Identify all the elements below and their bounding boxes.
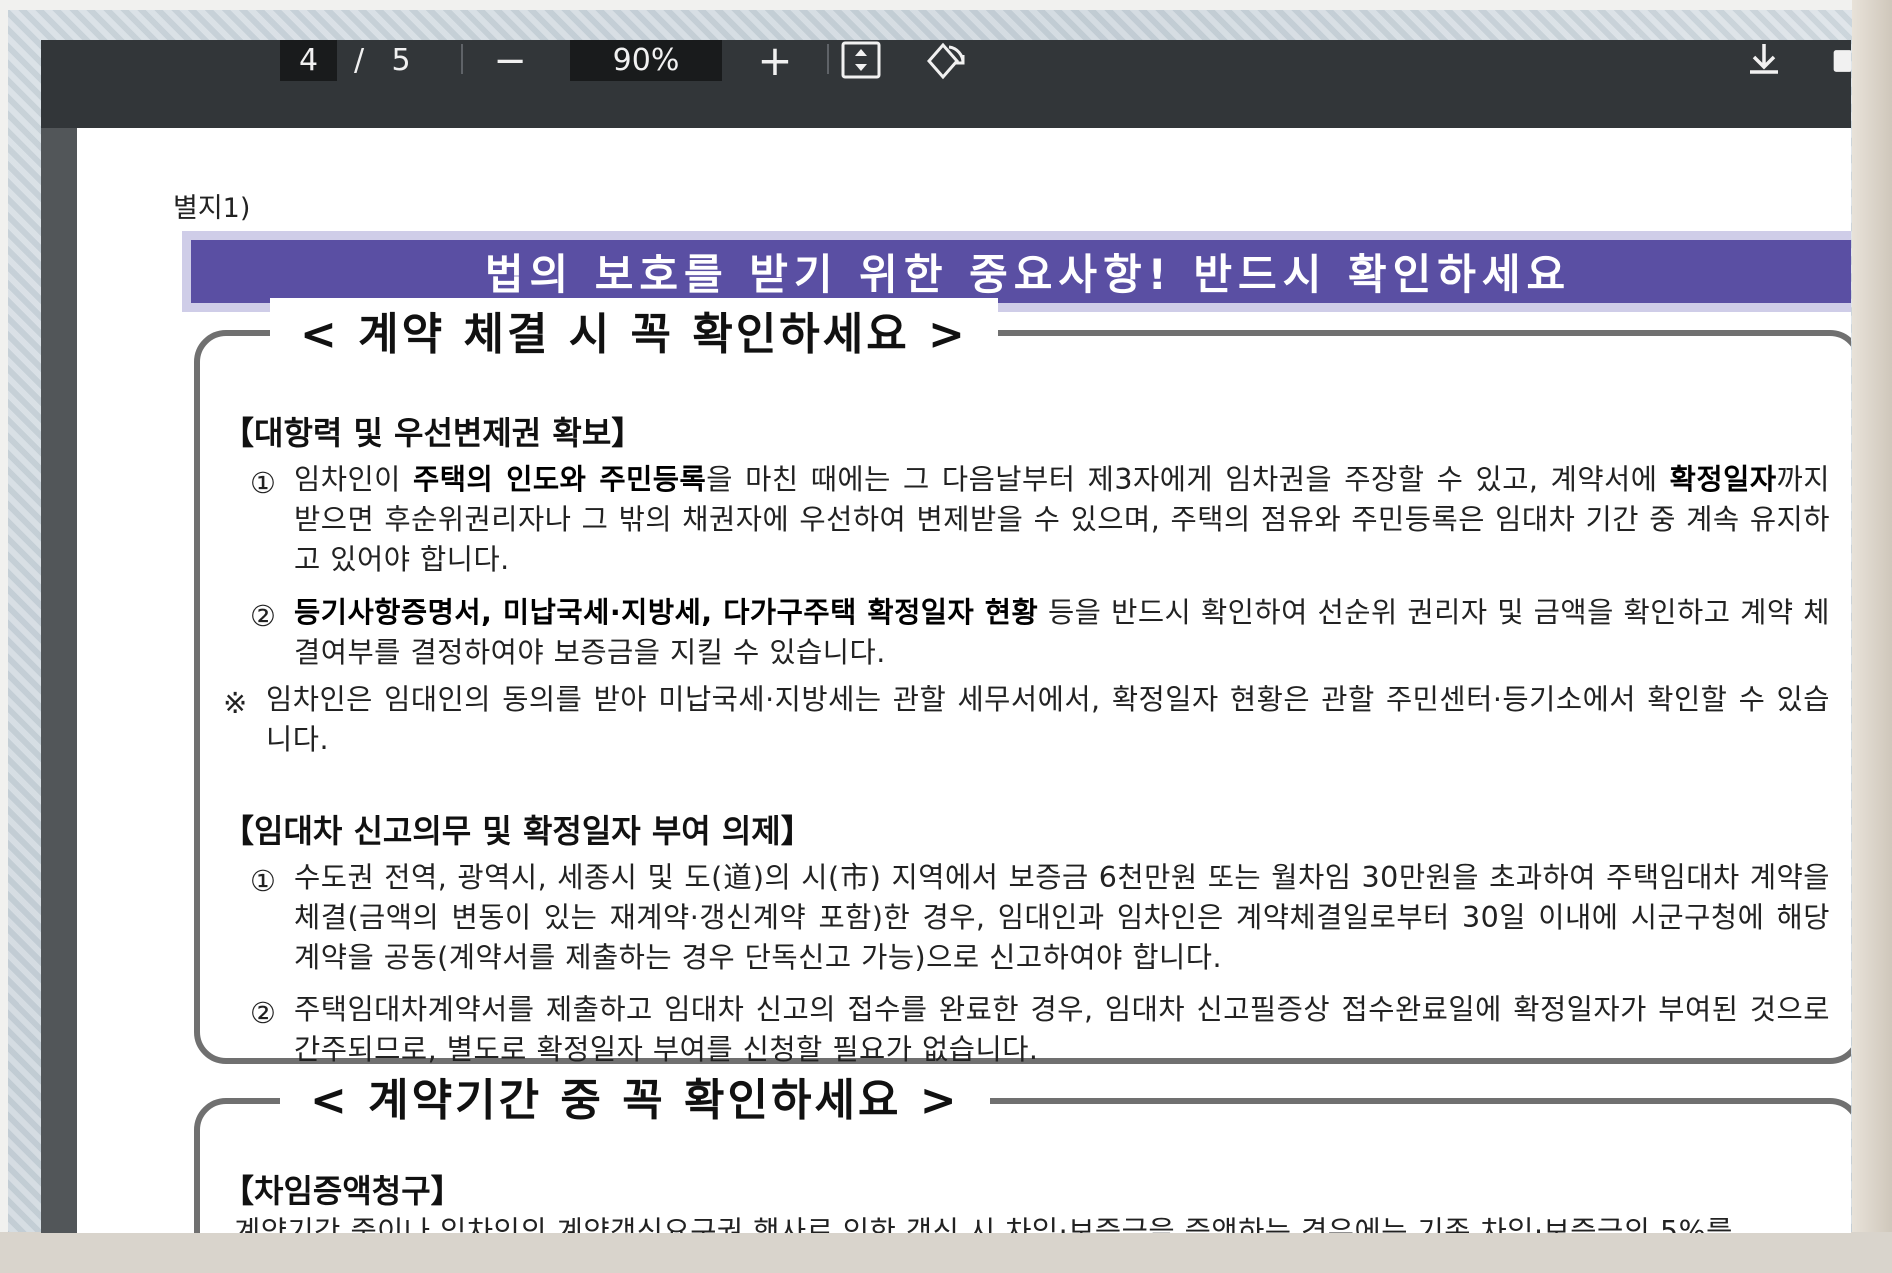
rotate-icon[interactable] [917, 40, 969, 81]
item-marker: ① [250, 466, 276, 500]
wall-right-background [1852, 0, 1892, 1273]
page-gutter [41, 128, 77, 1233]
section2-title: < 계약기간 중 꼭 확인하세요 > [280, 1064, 990, 1128]
zoom-level-input[interactable]: 90% [570, 40, 722, 81]
zoom-out-button[interactable]: − [490, 40, 530, 84]
fit-page-icon[interactable] [837, 40, 885, 81]
pdf-page[interactable]: 별지1) 법의 보호를 받기 위한 중요사항! 반드시 확인하세요 < 계약 체… [77, 128, 1851, 1233]
item1-bold: 주택의 인도와 주민등록 [413, 463, 707, 496]
toolbar-divider [827, 44, 829, 74]
paragraph-note: 임차인은 임대인의 동의를 받아 미납국세·지방세는 관할 세무서에서, 확정일… [266, 683, 1830, 756]
item-marker: ① [250, 864, 276, 898]
pdf-viewer-window: 4 / 5 − 90% + 별지1) 법의 보호를 받기 위한 중요사항! 반드… [41, 40, 1851, 1233]
page-separator: / [353, 43, 365, 78]
total-pages: 5 [391, 43, 411, 78]
item1-text: 을 마친 때에는 그 다음날부터 제3자에게 임차권을 주장할 수 있고, 계약… [706, 463, 1670, 496]
banner-title: 법의 보호를 받기 위한 중요사항! 반드시 확인하세요 [191, 240, 1851, 303]
toolbar-divider [461, 44, 463, 74]
paragraph-item1: 임차인이 주택의 인도와 주민등록을 마친 때에는 그 다음날부터 제3자에게 … [294, 460, 1830, 580]
paragraph-item3: 수도권 전역, 광역시, 세종시 및 도(道)의 시(市) 지역에서 보증금 6… [294, 861, 1830, 974]
item-marker: ② [250, 599, 276, 633]
item2-bold: 등기사항증명서, 미납국세·지방세, 다가구주택 확정일자 현황 [294, 596, 1039, 629]
section-heading: 【임대차 신고의무 및 확정일자 부여 의제】 [222, 812, 813, 850]
print-icon[interactable] [1827, 40, 1851, 81]
section1-title: < 계약 체결 시 꼭 확인하세요 > [270, 298, 998, 362]
section-heading: 【차임증액청구】 [222, 1172, 463, 1210]
paragraph-item2: 등기사항증명서, 미납국세·지방세, 다가구주택 확정일자 현황 등을 반드시 … [294, 593, 1830, 673]
section-heading: 【대항력 및 우선변제권 확보】 [222, 414, 644, 452]
pdf-toolbar: 4 / 5 − 90% + [41, 40, 1851, 128]
paragraph-partial: 계약기간 중이나 임차인의 계약갱신요구권 행사로 인한 갱신 시 차임·보증금… [234, 1215, 1733, 1233]
page-number-input[interactable]: 4 [280, 40, 337, 81]
item-marker: ② [250, 996, 276, 1030]
window-frame-top [0, 0, 1892, 10]
paragraph-item4: 주택임대차계약서를 제출하고 임대차 신고의 접수를 완료한 경우, 임대차 신… [294, 993, 1830, 1066]
item1-bold: 확정일자 [1669, 463, 1777, 496]
window-sill-background [0, 1232, 1892, 1273]
item1-text: 임차인이 [294, 463, 414, 496]
window-frame-left [0, 0, 8, 1273]
download-icon[interactable] [1744, 40, 1784, 81]
note-marker: ※ [223, 686, 248, 720]
annex-label: 별지1) [173, 193, 251, 224]
zoom-in-button[interactable]: + [753, 40, 797, 85]
